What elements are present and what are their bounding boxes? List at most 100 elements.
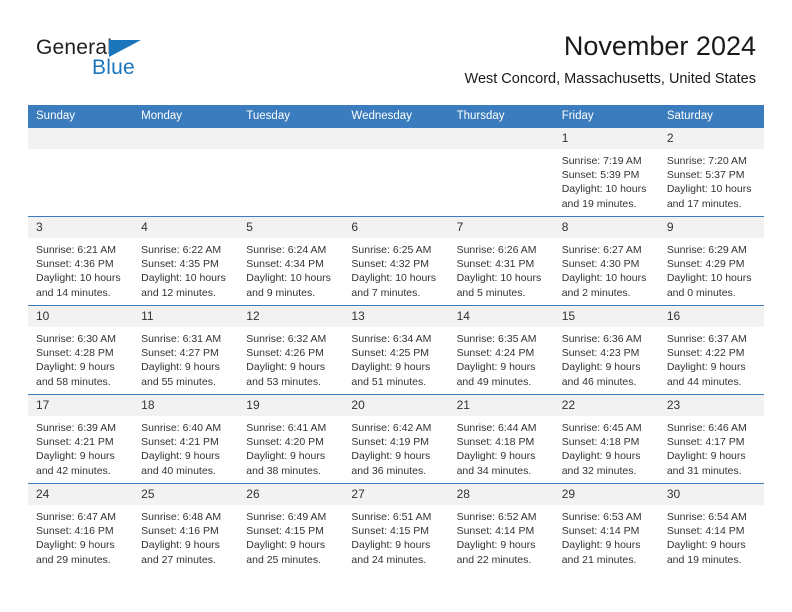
sunrise-text: Sunrise: 6:32 AM: [246, 333, 327, 345]
weekday-header-saturday: Saturday: [658, 105, 764, 128]
sunset-text: Sunset: 4:20 PM: [246, 436, 324, 449]
calendar-day-cell[interactable]: 12 Sunrise: 6:32 AM Sunset: 4:26 PM Dayligh…: [238, 305, 344, 395]
day-number: 16: [658, 306, 764, 327]
daylight-text: Daylight: 9 hours and 31 minutes.: [666, 450, 746, 477]
sunrise-text: Sunrise: 6:29 AM: [666, 244, 747, 256]
sunrise-text: Sunrise: 6:39 AM: [36, 422, 116, 434]
calendar-day-cell[interactable]: 26 Sunrise: 6:49 AM Sunset: 4:15 PM Dayligh…: [238, 483, 344, 572]
day-details: Sunrise: 6:40 AM Sunset: 4:21 PM Daylight:…: [133, 416, 238, 478]
calendar-day-cell[interactable]: 28 Sunrise: 6:52 AM Sunset: 4:14 PM Dayligh…: [448, 483, 554, 572]
calendar-day-cell[interactable]: 6 Sunrise: 6:25 AM Sunset: 4:32 PM Daylight…: [343, 216, 449, 306]
calendar-day-cell[interactable]: 16 Sunrise: 6:37 AM Sunset: 4:22 PM Dayligh…: [658, 305, 764, 395]
calendar-day-cell[interactable]: 27 Sunrise: 6:51 AM Sunset: 4:15 PM Dayligh…: [343, 483, 449, 572]
calendar-day-cell[interactable]: 23 Sunrise: 6:46 AM Sunset: 4:17 PM Dayligh…: [658, 394, 764, 484]
calendar-day-cell[interactable]: 9 Sunrise: 6:29 AM Sunset: 4:29 PM Daylight…: [658, 216, 764, 306]
day-number: 11: [133, 306, 239, 327]
day-number: 24: [28, 484, 134, 505]
day-number: 25: [133, 484, 239, 505]
sunrise-text: Sunrise: 6:31 AM: [141, 333, 222, 345]
calendar-day-cell[interactable]: 30 Sunrise: 6:54 AM Sunset: 4:14 PM Dayligh…: [658, 483, 764, 572]
sunset-text: Sunset: 4:23 PM: [561, 347, 640, 360]
sunrise-text: Sunrise: 6:36 AM: [561, 333, 642, 345]
daylight-text: Daylight: 9 hours and 22 minutes.: [456, 539, 536, 566]
day-number: 26: [238, 484, 344, 505]
day-number: 27: [343, 484, 449, 505]
calendar-day-cell[interactable]: 21 Sunrise: 6:44 AM Sunset: 4:18 PM Dayligh…: [448, 394, 554, 484]
calendar-day-cell[interactable]: 24 Sunrise: 6:47 AM Sunset: 4:16 PM Dayligh…: [28, 483, 134, 572]
calendar-day-cell[interactable]: 19 Sunrise: 6:41 AM Sunset: 4:20 PM Dayligh…: [238, 394, 344, 484]
daylight-text: Daylight: 9 hours and 34 minutes.: [456, 450, 536, 477]
day-details: Sunrise: 6:25 AM Sunset: 4:32 PM Daylight:…: [343, 238, 448, 300]
calendar-day-cell[interactable]: 17 Sunrise: 6:39 AM Sunset: 4:21 PM Dayligh…: [28, 394, 134, 484]
calendar-day-cell[interactable]: 15 Sunrise: 6:36 AM Sunset: 4:23 PM Dayligh…: [553, 305, 659, 395]
calendar-day-cell[interactable]: 13 Sunrise: 6:34 AM Sunset: 4:25 PM Dayligh…: [343, 305, 449, 395]
day-number: 13: [343, 306, 449, 327]
day-number: 2: [658, 128, 764, 149]
sunset-text: Sunset: 4:18 PM: [456, 436, 535, 449]
day-number: 12: [238, 306, 344, 327]
sunset-text: Sunset: 4:21 PM: [36, 436, 114, 449]
sunrise-text: Sunrise: 6:40 AM: [141, 422, 222, 434]
daylight-text: Daylight: 10 hours and 9 minutes.: [246, 272, 331, 299]
sunset-text: Sunset: 4:27 PM: [141, 347, 219, 360]
calendar-day-cell[interactable]: 2 Sunrise: 7:20 AM Sunset: 5:37 PM Daylight…: [658, 128, 764, 217]
calendar-day-cell[interactable]: 22 Sunrise: 6:45 AM Sunset: 4:18 PM Dayligh…: [553, 394, 659, 484]
day-details: Sunrise: 7:19 AM Sunset: 5:39 PM Daylight:…: [554, 149, 659, 211]
calendar-day-cell[interactable]: 29 Sunrise: 6:53 AM Sunset: 4:14 PM Dayligh…: [553, 483, 659, 572]
calendar-day-cell[interactable]: 1 Sunrise: 7:19 AM Sunset: 5:39 PM Daylight…: [553, 128, 659, 217]
day-details: Sunrise: 6:26 AM Sunset: 4:31 PM Daylight:…: [449, 238, 554, 300]
sunrise-text: Sunrise: 6:37 AM: [666, 333, 747, 345]
calendar-day-cell[interactable]: 11 Sunrise: 6:31 AM Sunset: 4:27 PM Dayligh…: [133, 305, 239, 395]
calendar-day-cell[interactable]: 25 Sunrise: 6:48 AM Sunset: 4:16 PM Dayligh…: [133, 483, 239, 572]
day-number: 15: [553, 306, 659, 327]
sunrise-text: Sunrise: 6:54 AM: [666, 511, 747, 523]
weekday-header-sunday: Sunday: [28, 105, 134, 128]
daylight-text: Daylight: 9 hours and 27 minutes.: [141, 539, 220, 566]
calendar-grid: Sunday Monday Tuesday Wednesday Thursday Frid…: [28, 105, 764, 572]
day-details: Sunrise: 6:36 AM Sunset: 4:23 PM Daylight:…: [554, 327, 659, 389]
daylight-text: Daylight: 9 hours and 53 minutes.: [246, 361, 326, 388]
sunset-text: Sunset: 4:29 PM: [666, 258, 745, 271]
calendar-day-cell[interactable]: 14 Sunrise: 6:35 AM Sunset: 4:24 PM Dayligh…: [448, 305, 554, 395]
calendar-day-cell[interactable]: 3 Sunrise: 6:21 AM Sunset: 4:36 PM Daylight…: [28, 216, 134, 306]
calendar-day-cell[interactable]: 10 Sunrise: 6:30 AM Sunset: 4:28 PM Dayligh…: [28, 305, 134, 395]
calendar-day-cell[interactable]: 7 Sunrise: 6:26 AM Sunset: 4:31 PM Daylight…: [448, 216, 554, 306]
day-details: Sunrise: 6:29 AM Sunset: 4:29 PM Daylight:…: [659, 238, 764, 300]
general-blue-logo[interactable]: General Blue: [36, 36, 206, 82]
sunrise-text: Sunrise: 6:47 AM: [36, 511, 116, 523]
logo-text-blue: Blue: [92, 56, 135, 79]
weekday-header-monday: Monday: [133, 105, 239, 128]
daylight-text: Daylight: 9 hours and 36 minutes.: [351, 450, 431, 477]
calendar-body: 1 Sunrise: 7:19 AM Sunset: 5:39 PM Daylight…: [28, 128, 764, 572]
day-details: Sunrise: 6:22 AM Sunset: 4:35 PM Daylight:…: [133, 238, 238, 300]
calendar-day-cell[interactable]: 20 Sunrise: 6:42 AM Sunset: 4:19 PM Dayligh…: [343, 394, 449, 484]
calendar-day-cell[interactable]: 8 Sunrise: 6:27 AM Sunset: 4:30 PM Daylight…: [553, 216, 659, 306]
daylight-text: Daylight: 9 hours and 24 minutes.: [351, 539, 431, 566]
day-number: 23: [658, 395, 764, 416]
calendar-day-cell[interactable]: 5 Sunrise: 6:24 AM Sunset: 4:34 PM Daylight…: [238, 216, 344, 306]
daylight-text: Daylight: 9 hours and 25 minutes.: [246, 539, 326, 566]
sunset-text: Sunset: 4:14 PM: [666, 525, 745, 538]
weekday-header-tuesday: Tuesday: [238, 105, 344, 128]
day-details: Sunrise: 6:39 AM Sunset: 4:21 PM Daylight:…: [28, 416, 133, 478]
daylight-text: Daylight: 9 hours and 55 minutes.: [141, 361, 220, 388]
sunset-text: Sunset: 4:19 PM: [351, 436, 430, 449]
calendar-day-cell[interactable]: 4 Sunrise: 6:22 AM Sunset: 4:35 PM Daylight…: [133, 216, 239, 306]
weekday-header-friday: Friday: [553, 105, 659, 128]
calendar-header-row: Sunday Monday Tuesday Wednesday Thursday Frid…: [28, 105, 764, 128]
day-details: Sunrise: 6:41 AM Sunset: 4:20 PM Daylight:…: [238, 416, 343, 478]
page-header: General Blue November 2024 West Concord,…: [0, 0, 792, 100]
calendar-day-cell-empty: [133, 128, 239, 217]
day-details: Sunrise: 6:35 AM Sunset: 4:24 PM Daylight:…: [449, 327, 554, 389]
sunset-text: Sunset: 5:39 PM: [561, 169, 640, 182]
sunrise-text: Sunrise: 6:35 AM: [456, 333, 537, 345]
day-number: 7: [448, 217, 554, 238]
day-details: Sunrise: 6:24 AM Sunset: 4:34 PM Daylight:…: [238, 238, 343, 300]
day-details: Sunrise: 6:54 AM Sunset: 4:14 PM Daylight:…: [659, 505, 764, 567]
day-number: [28, 128, 134, 149]
daylight-text: Daylight: 9 hours and 46 minutes.: [561, 361, 641, 388]
daylight-text: Daylight: 10 hours and 7 minutes.: [351, 272, 437, 299]
sunset-text: Sunset: 4:30 PM: [561, 258, 640, 271]
calendar-day-cell[interactable]: 18 Sunrise: 6:40 AM Sunset: 4:21 PM Dayligh…: [133, 394, 239, 484]
calendar-day-cell-empty: [28, 128, 134, 217]
